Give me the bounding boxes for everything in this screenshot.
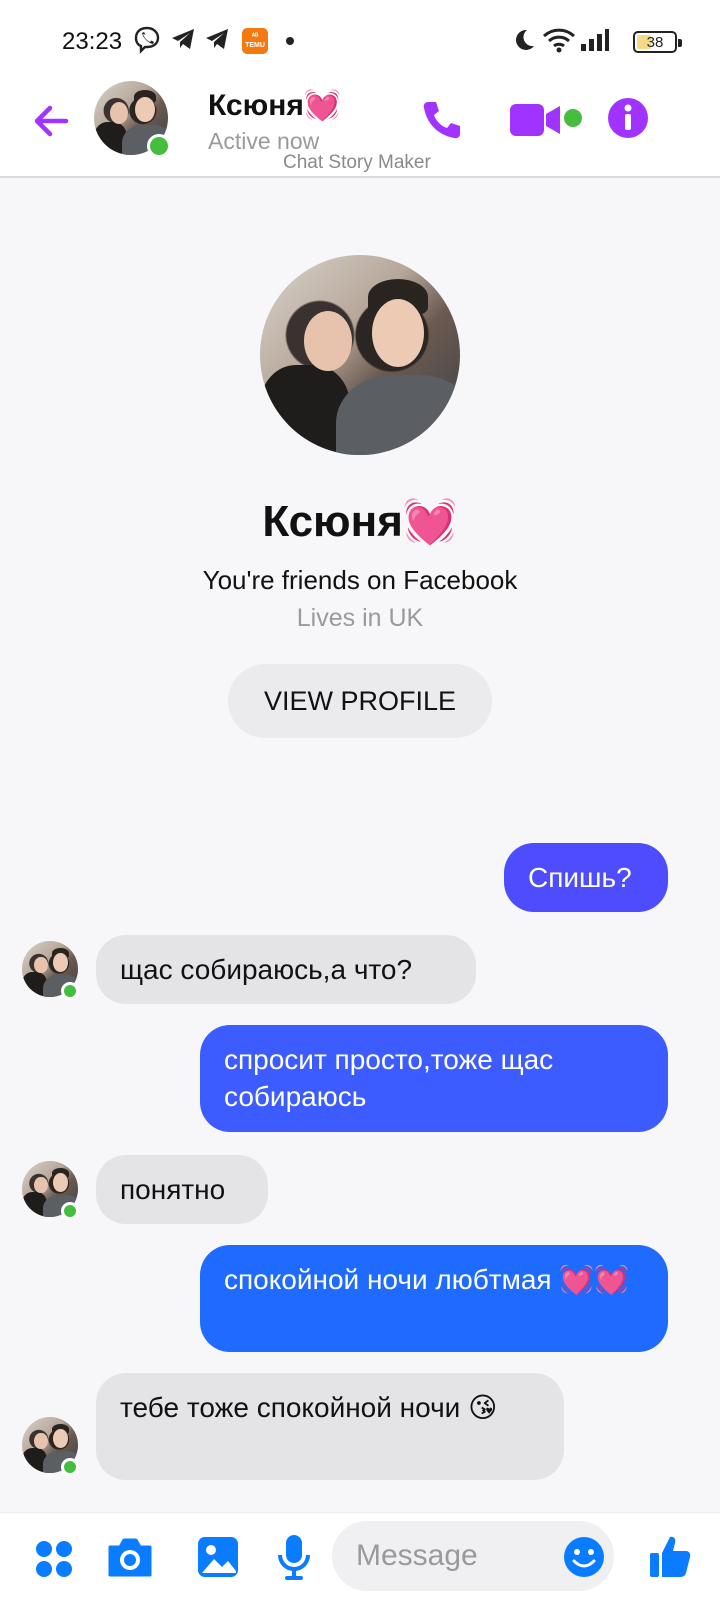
info-icon[interactable] [606, 96, 650, 140]
messenger-chat-screen: 23:23 ᴬᴮ TEMU 38 Ксюня💓 Active now Chat … [0, 0, 720, 1604]
menu-dots-icon[interactable] [34, 1539, 74, 1579]
notification-dot [286, 37, 294, 45]
online-indicator [61, 982, 79, 1000]
moon-icon [516, 29, 534, 50]
camera-icon[interactable] [106, 1537, 154, 1579]
watermark-text: Chat Story Maker [283, 152, 431, 173]
message-bubble-out[interactable]: спокойной ночи любтмая 💓💓 [200, 1245, 668, 1352]
microphone-icon[interactable] [276, 1533, 312, 1581]
friends-text: You're friends on Facebook [202, 565, 518, 595]
lives-in-text: Lives in UK [296, 604, 424, 632]
wifi-icon [542, 28, 576, 53]
online-indicator [61, 1458, 79, 1476]
online-indicator [147, 134, 171, 158]
video-icon[interactable] [508, 100, 562, 140]
temu-icon: ᴬᴮ TEMU [242, 28, 268, 54]
message-bubble-out[interactable]: спросит просто,тоже щас собираюсь [200, 1025, 668, 1132]
telegram-icon-2 [206, 29, 228, 49]
battery-nub [678, 39, 682, 47]
telegram-icon [172, 29, 194, 49]
contact-name[interactable]: Ксюня💓 [208, 88, 341, 123]
profile-photo[interactable] [260, 255, 460, 455]
message-composer [0, 1512, 720, 1604]
back-arrow-icon[interactable] [30, 100, 72, 142]
video-online-dot [564, 109, 582, 127]
status-bar: 23:23 ᴬᴮ TEMU 38 [0, 0, 720, 80]
online-indicator [61, 1202, 79, 1220]
gallery-icon[interactable] [196, 1535, 240, 1579]
message-bubble-in[interactable]: щас собираюсь,а что? [96, 935, 476, 1004]
viber-icon [134, 26, 160, 54]
battery-percent: 38 [646, 34, 664, 51]
like-icon[interactable] [648, 1533, 692, 1579]
active-status: Active now [208, 128, 320, 154]
phone-icon[interactable] [420, 98, 464, 142]
chat-header: Ксюня💓 Active now Chat Story Maker [0, 80, 720, 178]
signal-icon [581, 29, 609, 51]
profile-name: Ксюня💓 [262, 497, 458, 546]
view-profile-button[interactable]: VIEW PROFILE [228, 664, 492, 738]
battery-icon: 38 [633, 31, 682, 53]
message-bubble-in[interactable]: понятно [96, 1155, 268, 1224]
status-time: 23:23 [62, 28, 123, 55]
emoji-icon[interactable] [562, 1535, 606, 1579]
message-bubble-out[interactable]: Спишь? [504, 843, 668, 912]
message-bubble-in[interactable]: тебе тоже спокойной ночи 😘 [96, 1373, 564, 1480]
